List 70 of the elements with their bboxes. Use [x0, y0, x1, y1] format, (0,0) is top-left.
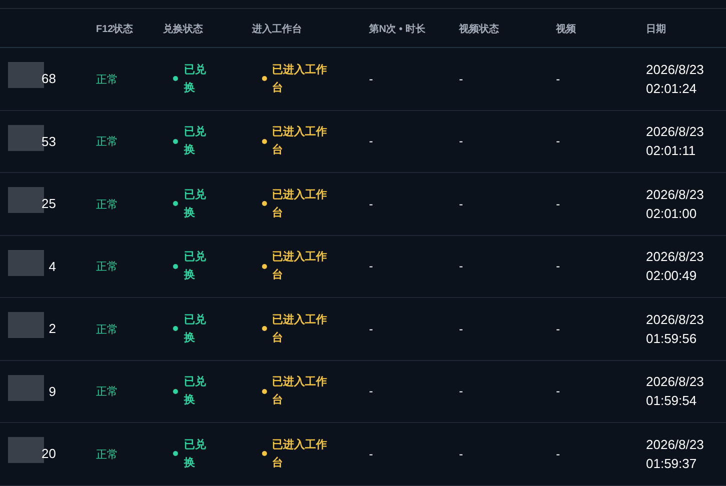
table-cell-text: 已进入工作台	[272, 62, 328, 96]
table-cell-text: 已进入工作台	[272, 374, 328, 408]
table-cell-text: 2	[48, 320, 56, 338]
table-cell: -	[459, 322, 463, 336]
table-cell-text: 已兑换	[184, 188, 207, 221]
table-cell-text: 已兑换	[184, 124, 207, 158]
table-cell-text: 已兑换	[184, 62, 207, 96]
redaction-block	[8, 187, 44, 213]
table-cell: -	[369, 446, 373, 461]
table-cell: 正常	[96, 261, 118, 274]
column-header: 进入工作台	[252, 24, 302, 35]
table-cell: -	[556, 72, 560, 86]
redaction-block	[8, 374, 44, 400]
table-cell: -	[459, 384, 463, 398]
table-cell: 正常	[96, 198, 118, 211]
table-cell: -	[459, 72, 463, 86]
table-cell: -	[556, 322, 560, 336]
table-cell-text: 2026/8/23 01:59:54	[646, 373, 705, 410]
table-cell-text: 2026/8/23 02:01:00	[646, 186, 705, 223]
table-cell: -	[556, 384, 560, 398]
table-cell-text: 已进入工作台	[272, 438, 328, 471]
table-cell: 正常	[96, 386, 118, 398]
table-cell: -	[369, 384, 373, 398]
table-cell-text: 已进入工作台	[272, 188, 328, 221]
table-cell: 正常	[96, 74, 118, 86]
table-cell: -	[459, 446, 463, 461]
table-cell: -	[459, 134, 463, 148]
redaction-block	[8, 124, 44, 150]
table-cell-text: 2026/8/23 01:59:56	[646, 310, 705, 348]
table-cell-text: 68	[42, 70, 56, 88]
table-cell-text: 53	[42, 132, 56, 150]
column-header: 日期	[646, 24, 666, 35]
table-cell: -	[459, 196, 463, 211]
table-cell: -	[459, 259, 463, 274]
table-cell-text: 已进入工作台	[272, 250, 328, 284]
redaction-block	[8, 437, 44, 463]
redaction-block	[8, 250, 44, 276]
table-cell: -	[556, 134, 560, 148]
table-cell-text: 已兑换	[184, 312, 207, 346]
column-header: 兑换状态	[163, 24, 203, 35]
column-header: 视频状态	[459, 24, 499, 35]
table-cell: -	[556, 446, 560, 461]
table-cell: 正常	[96, 324, 118, 336]
redaction-block	[8, 62, 44, 88]
table-cell: 正常	[96, 448, 118, 461]
table-cell: -	[369, 196, 373, 211]
table-cell-text: 4	[48, 258, 56, 276]
table-cell: -	[556, 196, 560, 211]
table-cell: -	[369, 134, 373, 148]
column-header: 第N次 • 时长	[369, 24, 426, 35]
column-header: 视频	[556, 24, 576, 35]
table-cell-text: 2026/8/23 02:01:11	[646, 123, 705, 160]
table-cell-text: 9	[48, 382, 56, 400]
table-cell-text: 已进入工作台	[272, 312, 328, 346]
table-cell-text: 已兑换	[184, 374, 207, 408]
table-cell-text: 已进入工作台	[272, 124, 328, 158]
table-cell-text: 20	[42, 445, 56, 463]
table-cell-text: 已兑换	[184, 438, 207, 471]
table-cell-text: 25	[42, 195, 56, 213]
redaction-block	[8, 312, 44, 338]
column-header: F12状态	[96, 24, 134, 35]
table-cell-text: 2026/8/23 01:59:37	[646, 436, 705, 473]
table-cell: -	[369, 322, 373, 336]
table-cell-text: 已兑换	[184, 250, 207, 284]
table-cell-text: 2026/8/23 02:01:24	[646, 60, 705, 98]
table-cell: -	[369, 72, 373, 86]
table-cell: 正常	[96, 136, 118, 148]
table-cell: -	[556, 259, 560, 274]
table-cell: -	[369, 259, 373, 274]
table-cell-text: 2026/8/23 02:00:49	[646, 248, 705, 286]
